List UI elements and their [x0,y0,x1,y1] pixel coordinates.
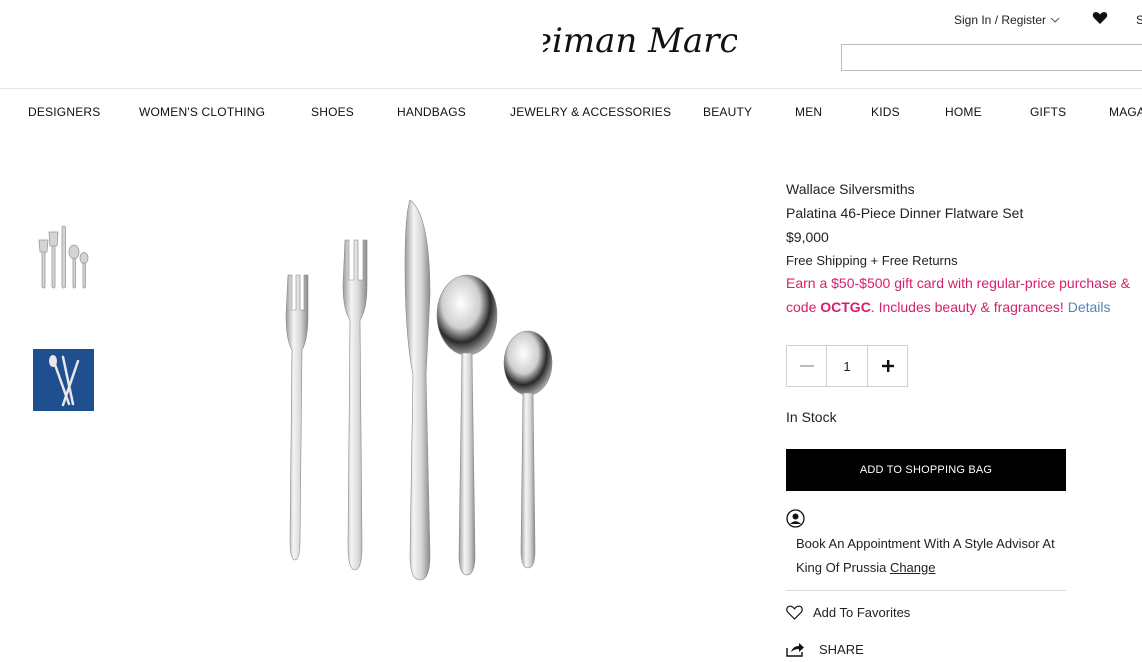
nav-item-shoes[interactable]: SHOES [311,105,354,119]
header-divider [0,88,1142,89]
add-to-bag-button[interactable]: ADD TO SHOPPING BAG [786,449,1066,491]
share-icon [786,643,804,657]
divider [786,590,1066,591]
main-navigation: DESIGNERS WOMEN'S CLOTHING SHOES HANDBAG… [0,105,1142,123]
appointment-info: Book An Appointment With A Style Advisor… [796,532,1076,580]
account-label: Sign In / Register [954,13,1047,27]
promo-code: OCTGC [820,299,871,315]
nav-item-beauty[interactable]: BEAUTY [703,105,752,119]
shipping-info: Free Shipping + Free Returns [786,253,958,268]
product-thumbnail-2[interactable] [33,349,94,411]
change-store-link[interactable]: Change [890,560,936,575]
search-input[interactable] [841,44,1142,71]
nav-item-handbags[interactable]: HANDBAGS [397,105,466,119]
logo-text: Neiman Marcus [543,21,737,61]
person-icon [786,509,805,528]
nav-item-magazine[interactable]: MAGA [1109,105,1142,119]
increase-quantity-button[interactable] [867,345,908,387]
promo-message: Earn a $50-$500 gift card with regular-p… [786,271,1142,319]
nav-item-designers[interactable]: DESIGNERS [28,105,100,119]
nav-item-gifts[interactable]: GIFTS [1030,105,1066,119]
plus-icon [881,360,894,372]
product-thumbnail-1[interactable] [33,220,95,292]
decrease-quantity-button[interactable] [786,345,827,387]
heart-outline-icon [786,605,803,620]
shopping-bag-link[interactable]: S [1136,13,1142,27]
share-label: SHARE [819,642,864,657]
stock-status: In Stock [786,409,837,425]
product-price: $9,000 [786,229,829,245]
nav-item-home[interactable]: HOME [945,105,982,119]
neiman-marcus-logo[interactable]: Neiman Marcus [543,4,737,76]
sign-in-register-link[interactable]: Sign In / Register [954,13,1061,27]
nav-item-jewelry-accessories[interactable]: JEWELRY & ACCESSORIES [510,105,671,119]
nav-item-womens-clothing[interactable]: WOMEN'S CLOTHING [139,105,265,119]
product-name: Palatina 46-Piece Dinner Flatware Set [786,205,1024,221]
minus-icon [799,365,814,367]
add-to-favorites-button[interactable]: Add To Favorites [786,605,910,620]
nav-item-kids[interactable]: KIDS [871,105,900,119]
product-brand[interactable]: Wallace Silversmiths [786,181,915,197]
nav-item-men[interactable]: MEN [795,105,822,119]
flatware-lifestyle-image [49,355,80,407]
quantity-stepper: 1 [786,345,908,387]
quantity-input[interactable]: 1 [827,345,867,387]
share-button[interactable]: SHARE [786,642,864,657]
promo-details-link[interactable]: Details [1068,299,1111,315]
product-main-image[interactable] [270,175,570,605]
heart-icon[interactable] [1092,10,1108,26]
promo-text-2: . Includes beauty & fragrances! [870,299,1068,315]
chevron-down-icon [1050,17,1060,23]
favorites-label: Add To Favorites [813,605,911,620]
